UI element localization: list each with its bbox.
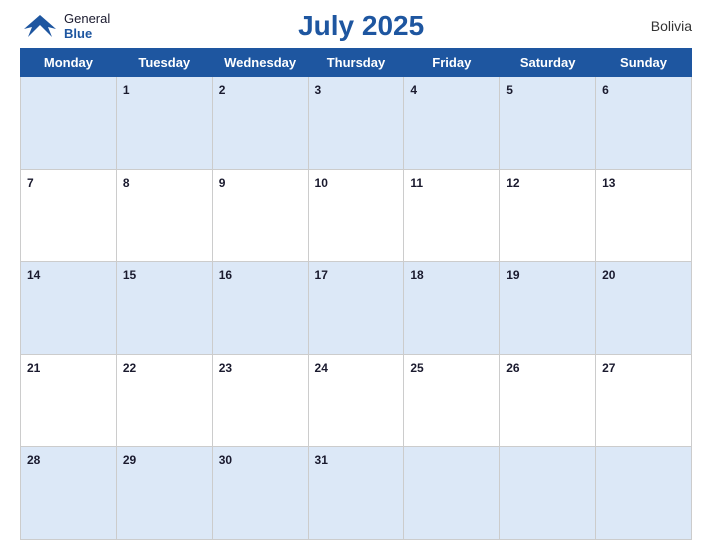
weekday-header-friday: Friday <box>404 49 500 77</box>
calendar-cell: 30 <box>212 447 308 540</box>
calendar-cell: 14 <box>21 262 117 355</box>
calendar-cell <box>21 77 117 170</box>
day-number: 27 <box>602 361 615 375</box>
calendar-cell: 29 <box>116 447 212 540</box>
day-number: 19 <box>506 268 519 282</box>
calendar-cell: 28 <box>21 447 117 540</box>
day-number: 2 <box>219 83 226 97</box>
calendar-cell: 25 <box>404 354 500 447</box>
day-number: 23 <box>219 361 232 375</box>
weekday-header-sunday: Sunday <box>596 49 692 77</box>
weekday-header-tuesday: Tuesday <box>116 49 212 77</box>
day-number: 21 <box>27 361 40 375</box>
calendar-cell: 2 <box>212 77 308 170</box>
calendar-cell: 26 <box>500 354 596 447</box>
day-number: 30 <box>219 453 232 467</box>
calendar-week-row: 14 15 16 17 18 19 20 <box>21 262 692 355</box>
day-number: 12 <box>506 176 519 190</box>
calendar-cell: 31 <box>308 447 404 540</box>
logo-bird-icon <box>20 11 60 41</box>
calendar-cell: 11 <box>404 169 500 262</box>
calendar-cell: 7 <box>21 169 117 262</box>
calendar-week-row: 21 22 23 24 25 26 27 <box>21 354 692 447</box>
calendar-cell: 4 <box>404 77 500 170</box>
weekday-header-saturday: Saturday <box>500 49 596 77</box>
logo-general: General <box>64 11 110 26</box>
calendar-cell: 18 <box>404 262 500 355</box>
day-number: 10 <box>315 176 328 190</box>
calendar-cell: 19 <box>500 262 596 355</box>
month-title: July 2025 <box>110 10 612 42</box>
calendar-cell: 8 <box>116 169 212 262</box>
logo-text: General Blue <box>64 11 110 41</box>
calendar-week-row: 28 29 30 31 <box>21 447 692 540</box>
calendar-cell: 15 <box>116 262 212 355</box>
day-number: 18 <box>410 268 423 282</box>
day-number: 25 <box>410 361 423 375</box>
day-number: 22 <box>123 361 136 375</box>
day-number: 24 <box>315 361 328 375</box>
calendar-cell <box>500 447 596 540</box>
calendar-cell <box>596 447 692 540</box>
weekday-header-monday: Monday <box>21 49 117 77</box>
day-number: 4 <box>410 83 417 97</box>
day-number: 20 <box>602 268 615 282</box>
calendar-cell <box>404 447 500 540</box>
calendar-table: MondayTuesdayWednesdayThursdayFridaySatu… <box>20 48 692 540</box>
calendar-cell: 20 <box>596 262 692 355</box>
calendar-week-row: 1 2 3 4 5 6 <box>21 77 692 170</box>
calendar-cell: 1 <box>116 77 212 170</box>
calendar-cell: 27 <box>596 354 692 447</box>
day-number: 14 <box>27 268 40 282</box>
calendar-cell: 17 <box>308 262 404 355</box>
calendar-cell: 5 <box>500 77 596 170</box>
weekday-header-thursday: Thursday <box>308 49 404 77</box>
calendar-cell: 21 <box>21 354 117 447</box>
calendar-week-row: 7 8 9 10 11 12 13 <box>21 169 692 262</box>
weekday-header-wednesday: Wednesday <box>212 49 308 77</box>
calendar-cell: 12 <box>500 169 596 262</box>
calendar-cell: 23 <box>212 354 308 447</box>
day-number: 5 <box>506 83 513 97</box>
day-number: 26 <box>506 361 519 375</box>
day-number: 6 <box>602 83 609 97</box>
day-number: 15 <box>123 268 136 282</box>
calendar-cell: 10 <box>308 169 404 262</box>
weekday-header-row: MondayTuesdayWednesdayThursdayFridaySatu… <box>21 49 692 77</box>
logo-blue: Blue <box>64 26 92 41</box>
day-number: 31 <box>315 453 328 467</box>
calendar-cell: 24 <box>308 354 404 447</box>
day-number: 1 <box>123 83 130 97</box>
day-number: 7 <box>27 176 34 190</box>
day-number: 29 <box>123 453 136 467</box>
calendar-cell: 6 <box>596 77 692 170</box>
day-number: 3 <box>315 83 322 97</box>
calendar-cell: 16 <box>212 262 308 355</box>
day-number: 16 <box>219 268 232 282</box>
page-header: General Blue July 2025 Bolivia <box>20 10 692 42</box>
day-number: 17 <box>315 268 328 282</box>
day-number: 9 <box>219 176 226 190</box>
day-number: 13 <box>602 176 615 190</box>
calendar-cell: 22 <box>116 354 212 447</box>
day-number: 28 <box>27 453 40 467</box>
day-number: 11 <box>410 176 423 190</box>
calendar-cell: 9 <box>212 169 308 262</box>
calendar-cell: 13 <box>596 169 692 262</box>
country-label: Bolivia <box>612 18 692 34</box>
logo: General Blue <box>20 11 110 41</box>
day-number: 8 <box>123 176 130 190</box>
calendar-cell: 3 <box>308 77 404 170</box>
